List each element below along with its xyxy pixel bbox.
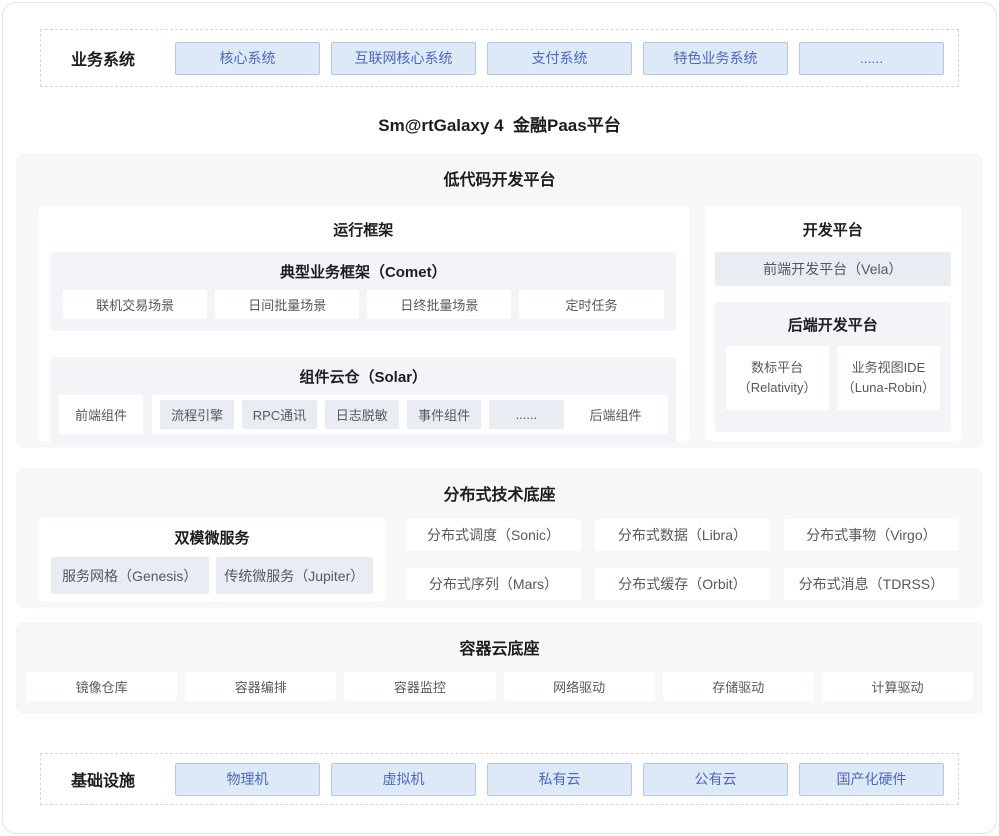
dual-mode-chips: 服务网格（Genesis） 传统微服务（Jupiter） — [51, 557, 373, 594]
solar-backend-strip: 流程引擎 RPC通讯 日志脱敏 事件组件 ...... 后端组件 — [152, 395, 668, 434]
chip-distributed-data-libra[interactable]: 分布式数据（Libra） — [595, 519, 770, 551]
infra-physical-machine[interactable]: 物理机 — [175, 763, 320, 796]
chip-distributed-cache-orbit[interactable]: 分布式缓存（Orbit） — [595, 568, 770, 600]
solar-warehouse-title: 组件云仓（Solar） — [51, 357, 676, 395]
chip-distributed-sequence-mars[interactable]: 分布式序列（Mars） — [406, 568, 581, 600]
comet-framework-title: 典型业务框架（Comet） — [51, 252, 676, 290]
chip-distributed-scheduling-sonic[interactable]: 分布式调度（Sonic） — [406, 519, 581, 551]
chip-scheduled-tasks[interactable]: 定时任务 — [519, 290, 663, 319]
page-title: Sm@rtGalaxy 4 金融Paas平台 — [3, 111, 996, 136]
solar-warehouse-section: 组件云仓（Solar） 前端组件 流程引擎 RPC通讯 日志脱敏 事件组件 ..… — [51, 357, 676, 443]
distributed-services-grid: 分布式调度（Sonic） 分布式数据（Libra） 分布式事物（Virgo） 分… — [406, 517, 961, 601]
low-code-content: 运行框架 典型业务框架（Comet） 联机交易场景 日间批量场景 日终批量场景 … — [16, 190, 983, 441]
infra-public-cloud[interactable]: 公有云 — [643, 763, 788, 796]
infrastructure-band: 基础设施 物理机 虚拟机 私有云 公有云 国产化硬件 — [40, 753, 959, 805]
container-cloud-panel: 容器云底座 镜像仓库 容器编排 容器监控 网络驱动 存储驱动 计算驱动 — [16, 622, 983, 714]
chip-eod-batch[interactable]: 日终批量场景 — [367, 290, 511, 319]
backend-dev-section: 后端开发平台 数标平台 （Relativity） 业务视图IDE （Luna-R… — [715, 302, 951, 432]
chip-frontend-dev-vela[interactable]: 前端开发平台（Vela） — [715, 252, 951, 286]
business-system-special[interactable]: 特色业务系统 — [643, 42, 788, 75]
chip-traditional-microservices-jupiter[interactable]: 传统微服务（Jupiter） — [216, 557, 374, 594]
dev-platform-box: 开发平台 前端开发平台（Vela） 后端开发平台 数标平台 （Relativit… — [705, 206, 961, 441]
infra-virtual-machine[interactable]: 虚拟机 — [331, 763, 476, 796]
business-system-more[interactable]: ...... — [799, 42, 944, 75]
chip-business-view-ide[interactable]: 业务视图IDE （Luna-Robin） — [837, 346, 940, 410]
low-code-platform-title: 低代码开发平台 — [16, 153, 983, 190]
business-system-core[interactable]: 核心系统 — [175, 42, 320, 75]
business-systems-label: 业务系统 — [71, 46, 175, 70]
infra-private-cloud[interactable]: 私有云 — [487, 763, 632, 796]
chip-online-trading[interactable]: 联机交易场景 — [63, 290, 207, 319]
infrastructure-buttons: 物理机 虚拟机 私有云 公有云 国产化硬件 — [175, 763, 944, 796]
infra-domestic-hardware[interactable]: 国产化硬件 — [799, 763, 944, 796]
architecture-diagram: 业务系统 核心系统 互联网核心系统 支付系统 特色业务系统 ...... Sm@… — [2, 2, 997, 834]
chip-image-registry[interactable]: 镜像仓库 — [26, 672, 177, 701]
business-system-internet-core[interactable]: 互联网核心系统 — [331, 42, 476, 75]
container-cloud-chips: 镜像仓库 容器编排 容器监控 网络驱动 存储驱动 计算驱动 — [16, 659, 983, 701]
chip-log-masking[interactable]: 日志脱敏 — [325, 400, 399, 429]
chip-line1: 数标平台 — [751, 358, 803, 378]
chip-line1: 业务视图IDE — [852, 358, 926, 378]
business-systems-band: 业务系统 核心系统 互联网核心系统 支付系统 特色业务系统 ...... — [40, 29, 959, 87]
dual-mode-title: 双模微服务 — [51, 517, 373, 557]
backend-components-label: 后端组件 — [572, 405, 660, 424]
container-cloud-title: 容器云底座 — [16, 622, 983, 659]
distributed-content: 双模微服务 服务网格（Genesis） 传统微服务（Jupiter） 分布式调度… — [16, 505, 983, 601]
chip-event-components[interactable]: 事件组件 — [407, 400, 481, 429]
chip-process-engine[interactable]: 流程引擎 — [160, 400, 234, 429]
chip-distributed-transaction-virgo[interactable]: 分布式事物（Virgo） — [784, 519, 959, 551]
chip-compute-driver[interactable]: 计算驱动 — [822, 672, 973, 701]
business-system-payment[interactable]: 支付系统 — [487, 42, 632, 75]
dual-mode-microservices-box: 双模微服务 服务网格（Genesis） 传统微服务（Jupiter） — [38, 517, 386, 601]
low-code-platform-panel: 低代码开发平台 运行框架 典型业务框架（Comet） 联机交易场景 日间批量场景… — [16, 153, 983, 448]
chip-container-orchestration[interactable]: 容器编排 — [185, 672, 336, 701]
chip-line2: （Luna-Robin） — [842, 378, 935, 398]
backend-dev-chips: 数标平台 （Relativity） 业务视图IDE （Luna-Robin） — [715, 346, 951, 410]
solar-chips: 前端组件 流程引擎 RPC通讯 日志脱敏 事件组件 ...... 后端组件 — [51, 395, 676, 443]
chip-service-mesh-genesis[interactable]: 服务网格（Genesis） — [51, 557, 209, 594]
chip-rpc-comm[interactable]: RPC通讯 — [242, 400, 316, 429]
runtime-framework-title: 运行框架 — [51, 206, 676, 252]
comet-framework-section: 典型业务框架（Comet） 联机交易场景 日间批量场景 日终批量场景 定时任务 — [51, 252, 676, 331]
dev-platform-title: 开发平台 — [715, 206, 951, 252]
chip-network-driver[interactable]: 网络驱动 — [504, 672, 655, 701]
chip-line2: （Relativity） — [738, 378, 817, 398]
backend-dev-title: 后端开发平台 — [715, 302, 951, 346]
infrastructure-label: 基础设施 — [71, 767, 175, 791]
chip-solar-more[interactable]: ...... — [489, 400, 563, 429]
chip-container-monitoring[interactable]: 容器监控 — [344, 672, 495, 701]
runtime-framework-box: 运行框架 典型业务框架（Comet） 联机交易场景 日间批量场景 日终批量场景 … — [38, 206, 689, 441]
distributed-base-panel: 分布式技术底座 双模微服务 服务网格（Genesis） 传统微服务（Jupite… — [16, 468, 983, 608]
business-systems-buttons: 核心系统 互联网核心系统 支付系统 特色业务系统 ...... — [175, 42, 944, 75]
comet-chips: 联机交易场景 日间批量场景 日终批量场景 定时任务 — [51, 290, 676, 331]
chip-distributed-messaging-tdrss[interactable]: 分布式消息（TDRSS） — [784, 568, 959, 600]
chip-data-platform-relativity[interactable]: 数标平台 （Relativity） — [726, 346, 829, 410]
chip-storage-driver[interactable]: 存储驱动 — [663, 672, 814, 701]
chip-frontend-components[interactable]: 前端组件 — [59, 395, 143, 434]
distributed-base-title: 分布式技术底座 — [16, 468, 983, 505]
chip-daytime-batch[interactable]: 日间批量场景 — [215, 290, 359, 319]
